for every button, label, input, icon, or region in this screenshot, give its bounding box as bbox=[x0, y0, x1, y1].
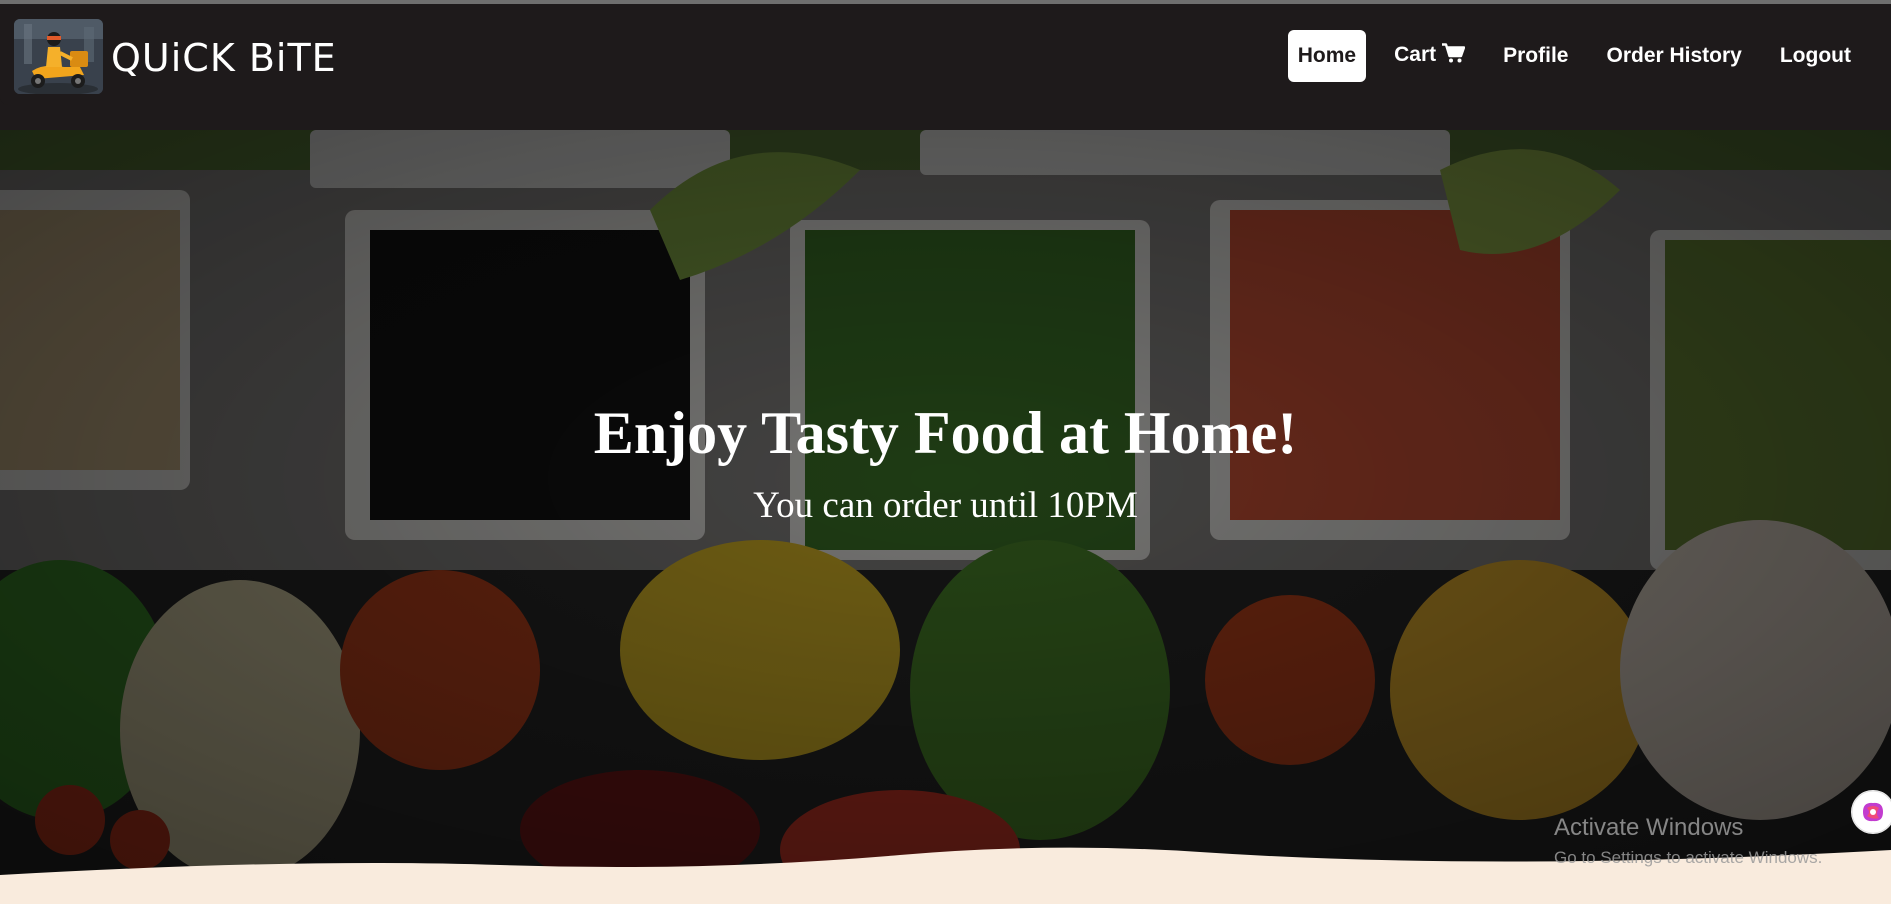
activate-windows-subtitle: Go to Settings to activate Windows. bbox=[1554, 848, 1823, 867]
nav-order-history-label: Order History bbox=[1606, 44, 1742, 67]
nav-cart-link[interactable]: Cart bbox=[1384, 29, 1475, 83]
brand-logo[interactable] bbox=[14, 19, 103, 94]
hero-subtitle: You can order until 10PM bbox=[753, 485, 1138, 526]
activate-windows-title: Activate Windows bbox=[1554, 814, 1744, 841]
delivery-scooter-icon bbox=[14, 19, 103, 94]
nav-profile-label: Profile bbox=[1503, 44, 1569, 67]
nav-logout-label: Logout bbox=[1779, 44, 1851, 67]
main-nav: Home Cart Profile Order History Logout bbox=[1287, 28, 1891, 84]
hero-banner: Enjoy Tasty Food at Home! You can order … bbox=[0, 130, 1891, 904]
nav-order-history-link[interactable]: Order History bbox=[1596, 30, 1751, 82]
floating-assistant-button[interactable] bbox=[1851, 790, 1891, 834]
nav-home-label: Home bbox=[1297, 44, 1357, 67]
assistant-icon bbox=[1851, 790, 1891, 834]
nav-home-link[interactable]: Home bbox=[1287, 30, 1367, 82]
navbar: QUiCK BiTE Home Cart Profile Order Histo… bbox=[0, 4, 1891, 105]
hero-title: Enjoy Tasty Food at Home! bbox=[593, 400, 1298, 466]
nav-logout-link[interactable]: Logout bbox=[1770, 30, 1861, 82]
nav-cart-label: Cart bbox=[1394, 43, 1437, 66]
cart-icon bbox=[1442, 43, 1466, 69]
nav-profile-link[interactable]: Profile bbox=[1493, 30, 1578, 82]
brand-name[interactable]: QUiCK BiTE bbox=[111, 36, 337, 81]
